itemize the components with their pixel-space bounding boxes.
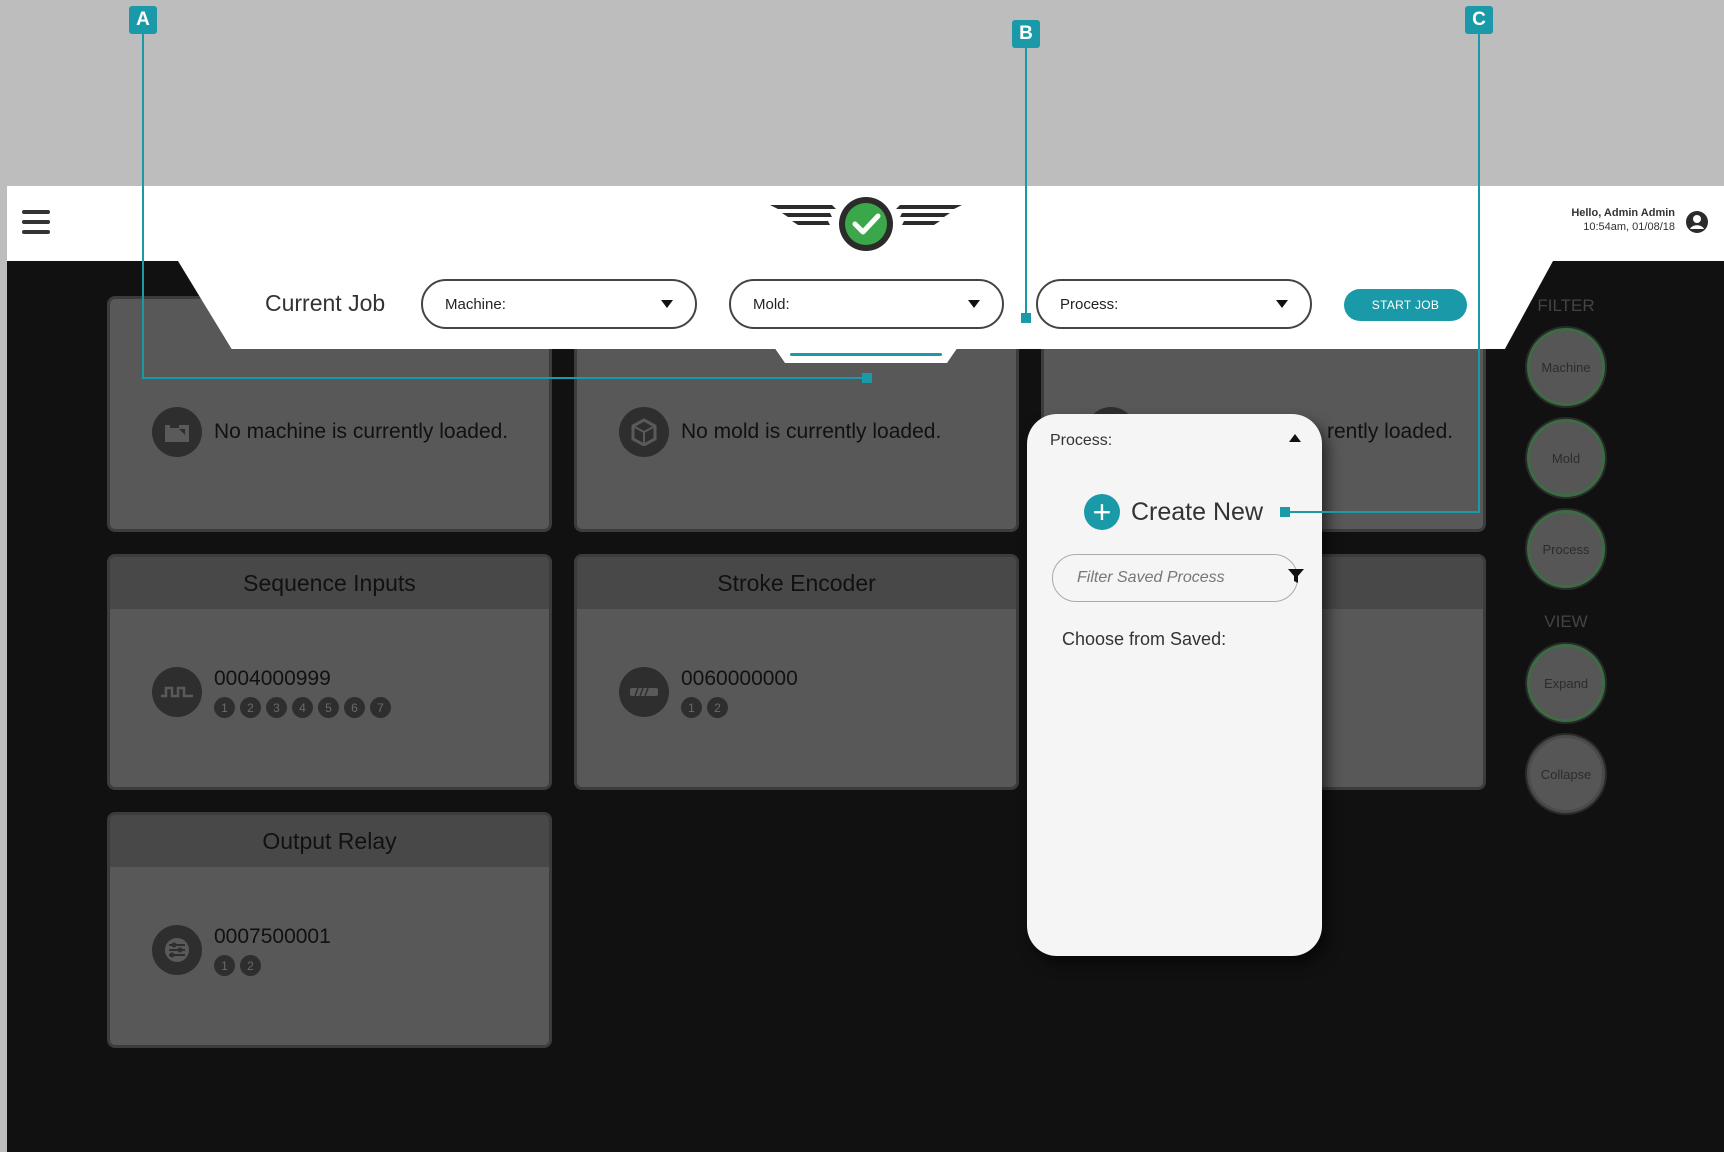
start-job-button[interactable]: START JOB xyxy=(1344,289,1467,321)
callout-b-marker xyxy=(1021,313,1031,323)
greeting-text: Hello, Admin Admin xyxy=(1571,207,1675,219)
channel-dot: 3 xyxy=(266,697,287,718)
mold-dropdown-label: Mold: xyxy=(753,295,790,313)
process-dropdown-label: Process: xyxy=(1060,295,1119,313)
collapse-button[interactable]: Collapse xyxy=(1527,735,1605,813)
serial-number: 0007500001 xyxy=(214,925,331,948)
user-greeting: Hello, Admin Admin 10:54am, 01/08/18 xyxy=(1540,206,1675,234)
pulse-icon xyxy=(152,667,202,717)
create-new-button[interactable]: + Create New xyxy=(1084,494,1263,530)
mold-status-text: No mold is currently loaded. xyxy=(681,420,942,443)
channel-indicators: 1 2 xyxy=(681,697,728,718)
stroke-encoder-card[interactable]: Stroke Encoder 0060000000 1 2 xyxy=(574,554,1019,790)
app-logo xyxy=(770,195,962,253)
plus-icon: + xyxy=(1084,494,1120,530)
mold-dropdown[interactable]: Mold: xyxy=(729,279,1004,329)
machine-dropdown[interactable]: Machine: xyxy=(421,279,697,329)
channel-dot: 1 xyxy=(214,955,235,976)
choose-from-saved-label: Choose from Saved: xyxy=(1062,629,1227,649)
card-title: Stroke Encoder xyxy=(577,557,1016,609)
relay-icon xyxy=(152,925,202,975)
filter-machine-button[interactable]: Machine xyxy=(1527,328,1605,406)
process-status-text: rently loaded. xyxy=(1327,420,1454,443)
channel-dot: 4 xyxy=(292,697,313,718)
process-panel-title: Process: xyxy=(1050,432,1113,449)
encoder-icon xyxy=(619,667,669,717)
current-job-title: Current Job xyxy=(265,290,386,316)
sequence-inputs-card[interactable]: Sequence Inputs 0004000999 1 2 3 4 5 6 7 xyxy=(107,554,552,790)
channel-indicators: 1 2 3 4 5 6 7 xyxy=(214,697,391,718)
machine-status-text: No machine is currently loaded. xyxy=(214,420,509,443)
channel-dot: 1 xyxy=(214,697,235,718)
create-new-label: Create New xyxy=(1131,497,1263,526)
chevron-up-icon[interactable] xyxy=(1289,434,1301,442)
channel-dot: 7 xyxy=(370,697,391,718)
user-circle-icon[interactable] xyxy=(1685,210,1709,234)
card-title: Sequence Inputs xyxy=(110,557,549,609)
filter-process-button[interactable]: Process xyxy=(1527,510,1605,588)
callout-a-line xyxy=(142,34,144,379)
channel-dot: 1 xyxy=(681,697,702,718)
expand-button[interactable]: Expand xyxy=(1527,644,1605,722)
callout-c-line xyxy=(1478,34,1480,513)
callout-c-badge: C xyxy=(1465,6,1493,34)
output-relay-card[interactable]: Output Relay 0007500001 1 2 xyxy=(107,812,552,1048)
channel-dot: 5 xyxy=(318,697,339,718)
callout-b-line xyxy=(1025,46,1027,316)
filter-saved-process-field[interactable] xyxy=(1052,554,1304,602)
callout-a-badge: A xyxy=(129,6,157,34)
filter-mold-button[interactable]: Mold xyxy=(1527,419,1605,497)
mold-icon xyxy=(619,407,669,457)
machine-icon xyxy=(152,407,202,457)
callout-c-marker xyxy=(1280,507,1290,517)
datetime-text: 10:54am, 01/08/18 xyxy=(1583,221,1675,233)
callout-a-marker xyxy=(862,373,872,383)
channel-dot: 2 xyxy=(240,697,261,718)
machine-dropdown-label: Machine: xyxy=(445,295,506,313)
channel-dot: 2 xyxy=(707,697,728,718)
hamburger-icon[interactable] xyxy=(22,210,50,234)
chevron-down-icon xyxy=(661,300,673,308)
chevron-down-icon xyxy=(1276,300,1288,308)
channel-dot: 2 xyxy=(240,955,261,976)
filter-heading: FILTER xyxy=(1537,296,1595,315)
view-heading: VIEW xyxy=(1544,612,1588,631)
callout-b-badge: B xyxy=(1012,20,1040,48)
callout-a-line xyxy=(142,377,867,379)
job-bar-tab-indicator xyxy=(790,353,942,356)
callout-c-line xyxy=(1284,511,1480,513)
chevron-down-icon xyxy=(968,300,980,308)
filter-icon[interactable] xyxy=(1287,567,1305,590)
channel-indicators: 1 2 xyxy=(214,955,261,976)
card-title: Output Relay xyxy=(110,815,549,867)
channel-dot: 6 xyxy=(344,697,365,718)
serial-number: 0060000000 xyxy=(681,667,798,690)
process-dropdown[interactable]: Process: xyxy=(1036,279,1312,329)
filter-saved-process-input[interactable] xyxy=(1075,568,1287,588)
serial-number: 0004000999 xyxy=(214,667,331,690)
